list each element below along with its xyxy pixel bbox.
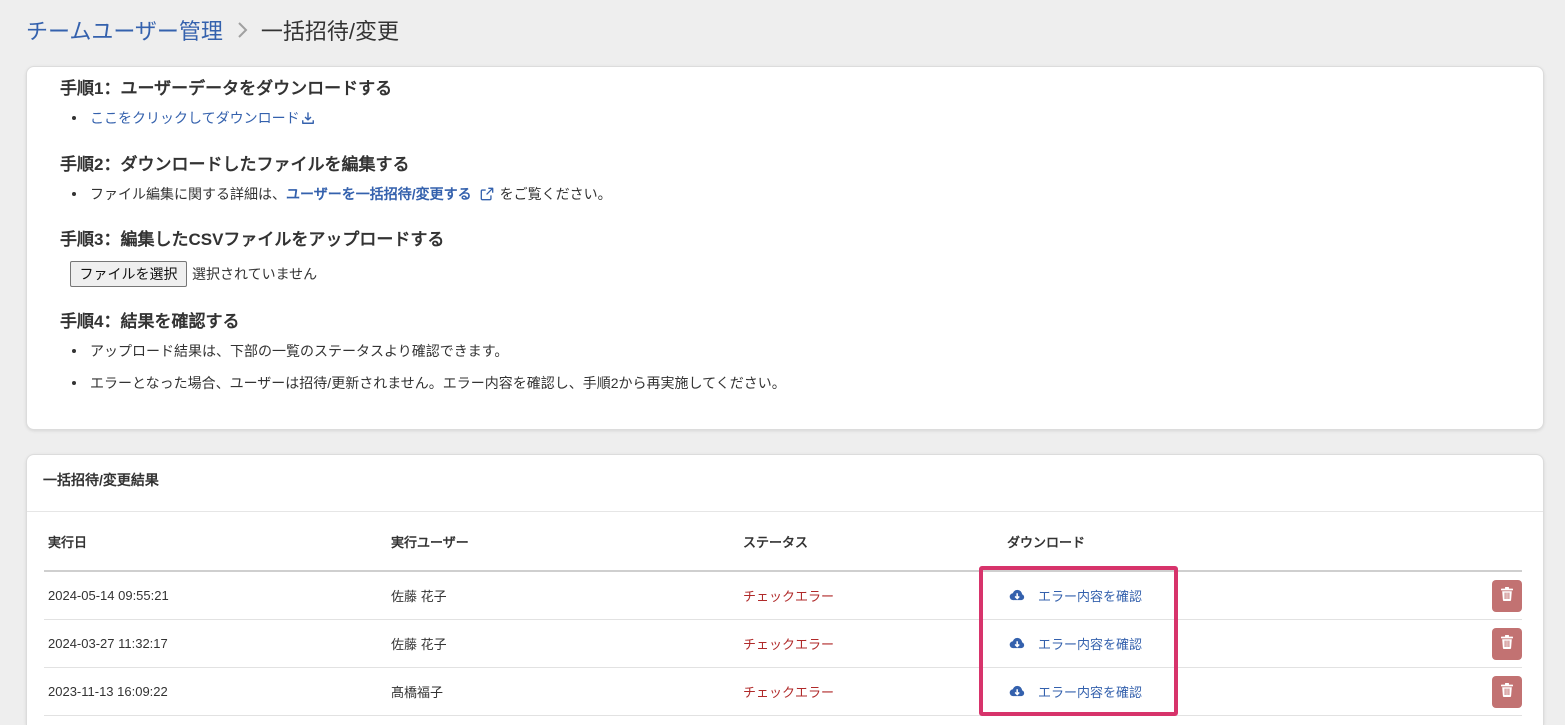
delete-button[interactable] xyxy=(1492,627,1522,660)
bullet-dot xyxy=(72,192,76,196)
status-badge: チェックエラー xyxy=(743,589,835,604)
delete-button[interactable] xyxy=(1492,579,1522,612)
error-details-link[interactable]: エラー内容を確認 xyxy=(1007,682,1142,701)
results-header: 一括招待/変更結果 xyxy=(27,455,1543,512)
error-details-label[interactable]: エラー内容を確認 xyxy=(1038,634,1142,653)
download-icon[interactable] xyxy=(301,111,315,125)
execution-user: 髙橋福子 xyxy=(391,685,444,700)
step4-note: アップロード結果は、下部の一覧のステータスより確認できます。 xyxy=(90,343,509,359)
step2-title: 手順2：ダウンロードしたファイルを編集する xyxy=(60,155,410,174)
download-template-link[interactable]: ここをクリックしてダウンロード xyxy=(90,108,315,128)
execution-user: 佐藤 花子 xyxy=(391,637,447,652)
download-cell: エラー内容を確認 xyxy=(1007,634,1482,654)
execution-date: 2024-03-27 11:32:17 xyxy=(48,636,168,651)
page-title: 一括招待/変更 xyxy=(260,19,400,44)
column-header-user: 実行ユーザー xyxy=(391,534,469,550)
column-header-date: 実行日 xyxy=(48,534,88,550)
help-link[interactable]: ユーザーを一括招待/変更する xyxy=(286,184,494,204)
error-details-link[interactable]: エラー内容を確認 xyxy=(1007,634,1142,653)
column-header-download: ダウンロード xyxy=(1007,534,1086,550)
download-template-label[interactable]: ここをクリックしてダウンロード xyxy=(90,108,300,128)
actions-cell xyxy=(1482,627,1522,660)
bullet-dot xyxy=(72,349,76,353)
cloud-download-icon[interactable] xyxy=(1008,636,1025,650)
table-header: 実行日 実行ユーザー ステータス ダウンロード xyxy=(44,512,1522,572)
status-badge: チェックエラー xyxy=(743,685,835,700)
step4-item: アップロード結果は、下部の一覧のステータスより確認できます。 xyxy=(72,341,508,361)
step4-note: エラーとなった場合、ユーザーは招待/更新されません。エラー内容を確認し、手順2か… xyxy=(90,375,786,391)
step2-text: ファイル編集に関する詳細は、 xyxy=(90,186,286,202)
bullet-dot xyxy=(72,381,76,385)
error-details-link[interactable]: エラー内容を確認 xyxy=(1007,586,1142,605)
breadcrumb-parent-link[interactable]: チームユーザー管理 xyxy=(26,14,223,46)
help-link-label[interactable]: ユーザーを一括招待/変更する xyxy=(286,184,472,204)
step2-text-after: をご覧ください。 xyxy=(499,186,612,202)
table-row: 2024-05-14 09:55:21 佐藤 花子 チェックエラー エラー内容を… xyxy=(44,572,1522,620)
step4-item: エラーとなった場合、ユーザーは招待/更新されません。エラー内容を確認し、手順2か… xyxy=(72,373,786,393)
results-card: 一括招待/変更結果 実行日 実行ユーザー ステータス ダウンロード 2024-0… xyxy=(26,454,1544,725)
column-header-status: ステータス xyxy=(743,534,809,550)
file-picker: ファイルを選択 選択されていません xyxy=(70,261,317,287)
delete-button[interactable] xyxy=(1492,675,1522,708)
trash-icon[interactable] xyxy=(1501,587,1513,604)
cloud-download-icon[interactable] xyxy=(1008,684,1025,698)
download-cell: エラー内容を確認 xyxy=(1007,586,1482,606)
file-status-text: 選択されていません xyxy=(192,266,318,282)
choose-file-button[interactable]: ファイルを選択 xyxy=(70,261,187,287)
step3-title: 手順3：編集したCSVファイルをアップロードする xyxy=(60,230,445,249)
bullet-dot xyxy=(72,116,76,120)
results-table: 実行日 実行ユーザー ステータス ダウンロード 2024-05-14 09:55… xyxy=(44,512,1522,716)
table-row: 2024-03-27 11:32:17 佐藤 花子 チェックエラー エラー内容を… xyxy=(44,620,1522,668)
execution-date: 2023-11-13 16:09:22 xyxy=(48,684,168,699)
step1-title: 手順1：ユーザーデータをダウンロードする xyxy=(60,79,393,98)
execution-user: 佐藤 花子 xyxy=(391,589,447,604)
trash-icon[interactable] xyxy=(1501,635,1513,652)
cloud-download-icon[interactable] xyxy=(1008,588,1025,602)
status-badge: チェックエラー xyxy=(743,637,835,652)
step2-item: ファイル編集に関する詳細は、 ユーザーを一括招待/変更する をご覧ください。 xyxy=(72,184,612,204)
step1-item: ここをクリックしてダウンロード xyxy=(72,108,315,128)
external-link-icon[interactable] xyxy=(480,187,494,201)
breadcrumb: チームユーザー管理 一括招待/変更 xyxy=(26,14,399,46)
execution-date: 2024-05-14 09:55:21 xyxy=(48,588,169,603)
error-details-label[interactable]: エラー内容を確認 xyxy=(1038,682,1142,701)
actions-cell xyxy=(1482,579,1522,612)
results-title: 一括招待/変更結果 xyxy=(43,472,159,488)
upload-steps-card: 手順1：ユーザーデータをダウンロードする ここをクリックしてダウンロード 手順2… xyxy=(26,66,1544,430)
actions-cell xyxy=(1482,675,1522,708)
trash-icon[interactable] xyxy=(1501,683,1513,700)
chevron-right-icon xyxy=(236,21,248,39)
table-row: 2023-11-13 16:09:22 髙橋福子 チェックエラー エラー内容を確… xyxy=(44,668,1522,716)
error-details-label[interactable]: エラー内容を確認 xyxy=(1038,586,1142,605)
step4-title: 手順4：結果を確認する xyxy=(60,312,240,331)
download-cell: エラー内容を確認 xyxy=(1007,682,1482,702)
